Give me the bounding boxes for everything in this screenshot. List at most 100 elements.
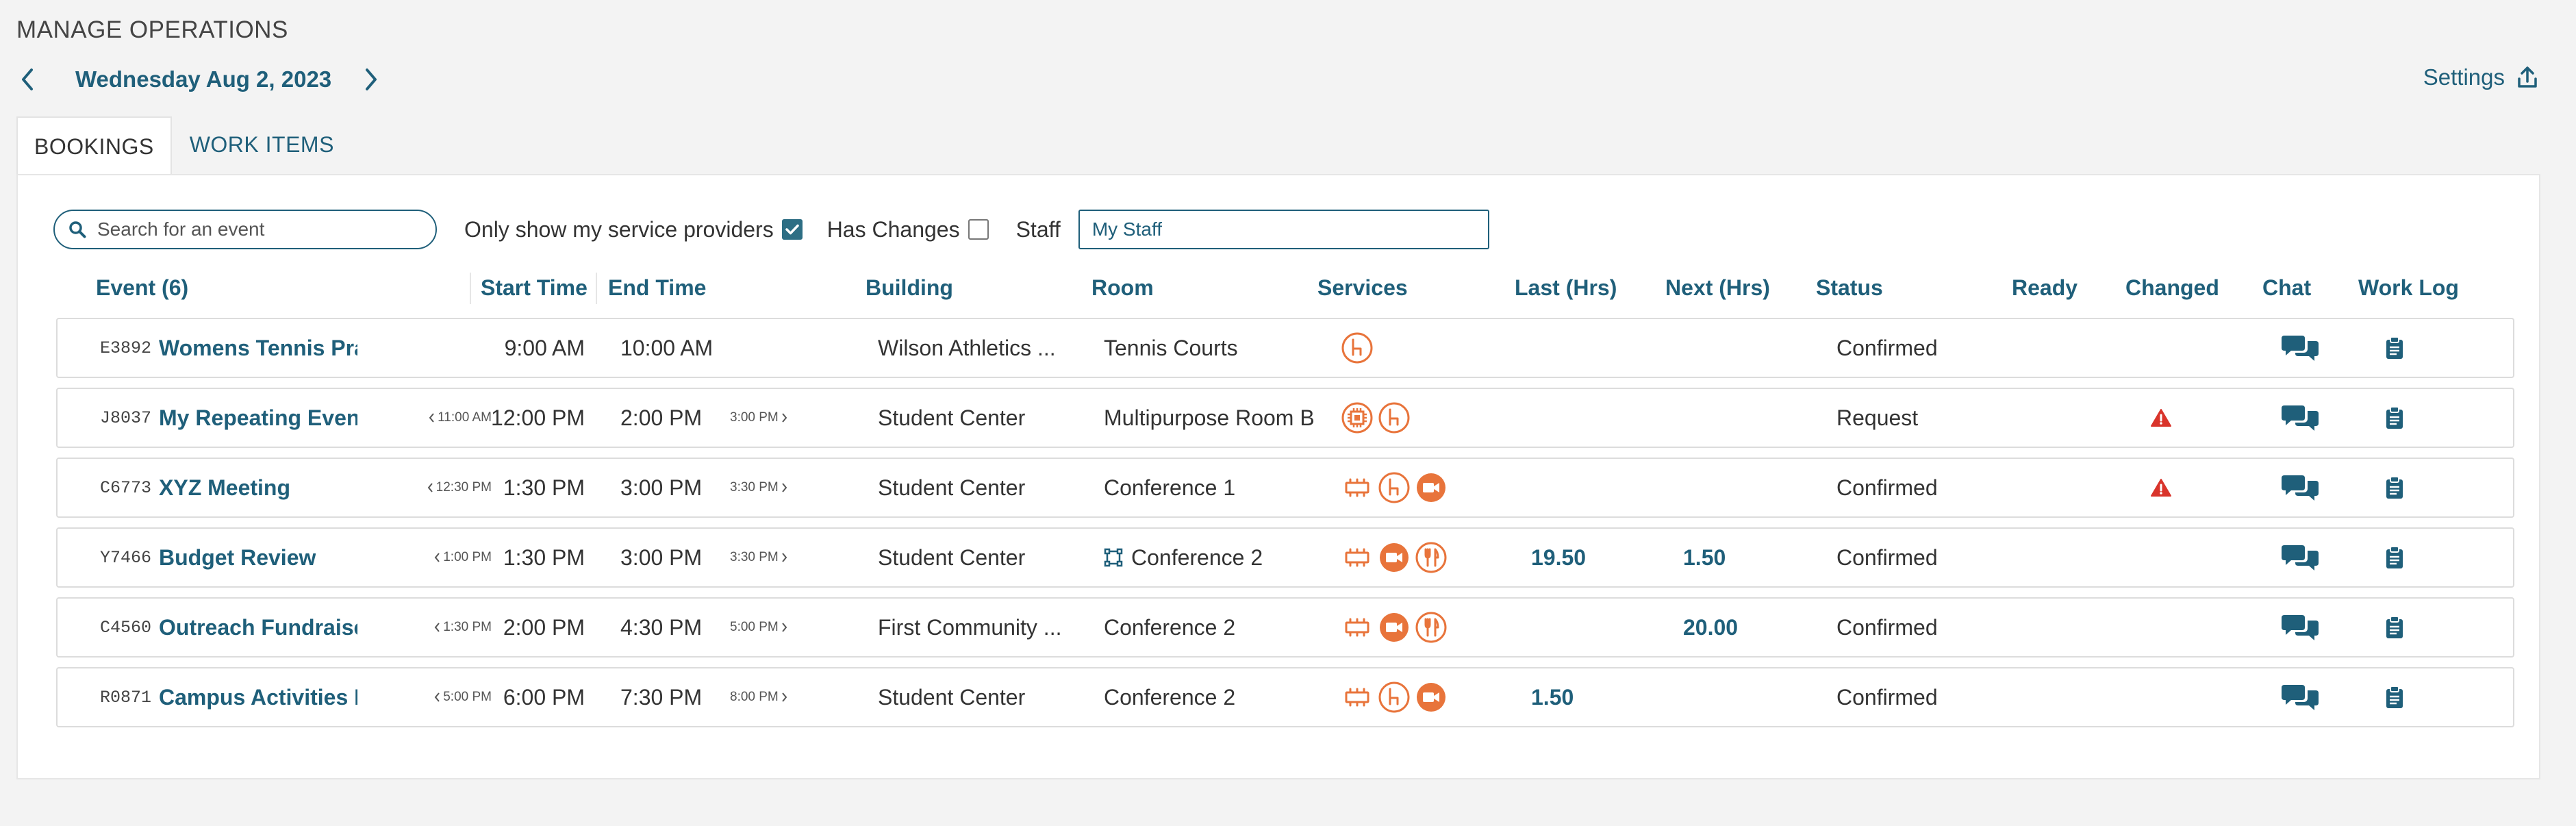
services-list: [1341, 599, 1448, 656]
start-time: 1:30 PM: [503, 475, 585, 500]
chat-button[interactable]: [2282, 599, 2320, 656]
room-name: Conference 2: [1104, 614, 1236, 640]
furniture-icon[interactable]: [1378, 401, 1411, 434]
room-name: Conference 2: [1131, 545, 1263, 570]
column-header-end-time[interactable]: End Time: [608, 275, 706, 301]
search-box[interactable]: [53, 210, 437, 249]
table-row[interactable]: J8037 My Repeating Event 11:00 AM 12:00 PM 2…: [56, 388, 2514, 448]
column-header-work-log[interactable]: Work Log: [2358, 275, 2459, 301]
table-row[interactable]: C4560 Outreach Fundraiser 1:30 PM 2:00 PM 4:…: [56, 597, 2514, 658]
video-icon[interactable]: [1378, 611, 1411, 644]
only-my-providers-checkbox[interactable]: [781, 219, 803, 240]
next-booking-time[interactable]: 3:00 PM: [730, 410, 788, 425]
start-time: 12:00 PM: [491, 405, 585, 430]
clipboard-icon: [2386, 406, 2403, 429]
equipment-icon[interactable]: [1341, 401, 1374, 434]
settings-label: Settings: [2423, 64, 2505, 90]
column-header-event[interactable]: Event (6): [96, 275, 188, 301]
next-booking-time[interactable]: 3:30 PM: [730, 480, 788, 495]
column-header-chat[interactable]: Chat: [2262, 275, 2311, 301]
only-my-providers-label: Only show my service providers: [464, 216, 774, 242]
furniture-icon[interactable]: [1378, 471, 1411, 504]
previous-day-button[interactable]: [14, 63, 41, 96]
setup-icon[interactable]: [1341, 471, 1374, 504]
next-booking-time[interactable]: 3:30 PM: [730, 550, 788, 565]
work-log-button[interactable]: [2386, 668, 2403, 726]
last-hours: 1.50: [1531, 684, 1574, 710]
setup-icon[interactable]: [1341, 541, 1374, 574]
clipboard-icon: [2386, 616, 2403, 638]
chevron-right-icon: [781, 623, 787, 632]
table-row[interactable]: E3892 Womens Tennis Prac 9:00 AM 10:00 AM Wi…: [56, 318, 2514, 378]
chat-icon: [2282, 475, 2319, 501]
chat-icon: [2282, 336, 2319, 361]
table-row[interactable]: R0871 Campus Activities M 5:00 PM 6:00 PM 7:…: [56, 667, 2514, 727]
last-hours: 19.50: [1531, 545, 1587, 570]
work-log-button[interactable]: [2386, 389, 2403, 447]
setup-icon[interactable]: [1341, 681, 1374, 714]
chat-icon: [2282, 615, 2319, 640]
export-icon: [2518, 66, 2537, 88]
column-header-ready[interactable]: Ready: [2012, 275, 2078, 301]
column-header-room[interactable]: Room: [1091, 275, 1154, 301]
next-time-label: 3:30 PM: [730, 550, 779, 564]
staff-field[interactable]: [1078, 210, 1489, 249]
column-header-start-time[interactable]: Start Time: [481, 275, 588, 301]
services-list: [1341, 389, 1411, 447]
chat-button[interactable]: [2282, 668, 2320, 726]
has-changes-checkbox[interactable]: [968, 219, 989, 240]
column-header-status[interactable]: Status: [1816, 275, 1883, 301]
work-log-button[interactable]: [2386, 459, 2403, 516]
end-time: 3:00 PM: [620, 475, 703, 500]
next-time-label: 3:30 PM: [730, 480, 779, 495]
furniture-icon[interactable]: [1341, 331, 1374, 364]
chat-button[interactable]: [2282, 529, 2320, 586]
catering-icon[interactable]: [1415, 541, 1448, 574]
video-icon[interactable]: [1415, 681, 1448, 714]
next-booking-time[interactable]: 8:00 PM: [730, 690, 788, 705]
work-log-button[interactable]: [2386, 319, 2403, 377]
next-hours: 1.50: [1683, 545, 1726, 570]
chat-button[interactable]: [2282, 319, 2320, 377]
tab-bar: BOOKINGS WORK ITEMS: [16, 115, 351, 175]
status-badge: Request: [1836, 405, 1919, 430]
column-header-services[interactable]: Services: [1317, 275, 1408, 301]
settings-button[interactable]: Settings: [2423, 64, 2538, 90]
chat-button[interactable]: [2282, 389, 2320, 447]
video-icon[interactable]: [1415, 471, 1448, 504]
furniture-icon[interactable]: [1378, 681, 1411, 714]
column-header-last-hrs[interactable]: Last (Hrs): [1515, 275, 1617, 301]
catering-icon[interactable]: [1415, 611, 1448, 644]
table-row[interactable]: Y7466 Budget Review 1:00 PM 1:30 PM 3:00 PM 3…: [56, 527, 2514, 588]
building-name: Student Center: [878, 684, 1026, 710]
table-row[interactable]: C6773 XYZ Meeting 12:30 PM 1:30 PM 3:00 PM 3:…: [56, 458, 2514, 518]
room-layout-icon: [1104, 548, 1123, 567]
column-header-changed[interactable]: Changed: [2125, 275, 2219, 301]
column-header-building[interactable]: Building: [866, 275, 953, 301]
changed-indicator[interactable]: [2150, 389, 2172, 447]
tab-bookings[interactable]: BOOKINGS: [16, 116, 172, 175]
clipboard-icon: [2386, 476, 2403, 499]
search-input[interactable]: [96, 218, 414, 241]
chevron-right-icon: [366, 68, 377, 90]
bookings-panel: Only show my service providers Has Chang…: [16, 174, 2540, 779]
setup-icon[interactable]: [1341, 611, 1374, 644]
work-log-button[interactable]: [2386, 529, 2403, 586]
building-name: First Community ...: [878, 614, 1062, 640]
work-log-button[interactable]: [2386, 599, 2403, 656]
tab-work-items[interactable]: WORK ITEMS: [172, 115, 351, 174]
chevron-right-icon: [781, 553, 787, 562]
status-badge: Confirmed: [1836, 684, 1938, 710]
end-time: 2:00 PM: [620, 405, 703, 430]
next-day-button[interactable]: [357, 63, 385, 96]
building-name: Student Center: [878, 405, 1026, 430]
column-divider: [470, 273, 471, 304]
chat-button[interactable]: [2282, 459, 2320, 516]
chat-icon: [2282, 545, 2319, 571]
changed-indicator[interactable]: [2150, 459, 2172, 516]
video-icon[interactable]: [1378, 541, 1411, 574]
building-name: Wilson Athletics ...: [878, 335, 1056, 360]
next-booking-time[interactable]: 5:00 PM: [730, 620, 788, 635]
column-header-next-hrs[interactable]: Next (Hrs): [1665, 275, 1770, 301]
current-date[interactable]: Wednesday Aug 2, 2023: [75, 66, 331, 92]
